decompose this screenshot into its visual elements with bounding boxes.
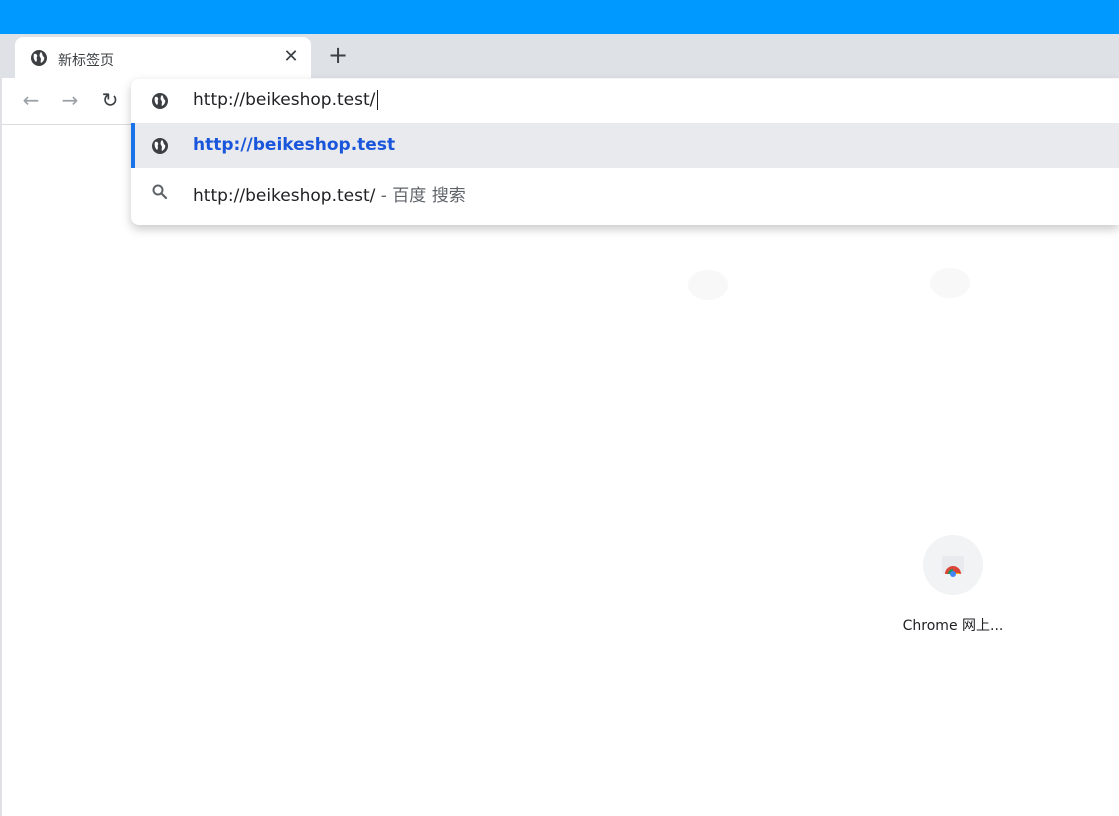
omnibox-suggestion[interactable]: http://beikeshop.test/ - 百度 搜索 (131, 169, 1119, 214)
new-tab-button[interactable]: + (326, 43, 350, 67)
forward-button[interactable]: → (58, 88, 82, 112)
suggestion-query: http://beikeshop.test/ (193, 186, 376, 206)
window-left-border (0, 34, 2, 816)
back-button[interactable]: ← (19, 88, 43, 112)
suggestion-text: http://beikeshop.test/ - 百度 搜索 (193, 181, 466, 206)
suggestion-text: http://beikeshop.test (193, 135, 396, 155)
omnibox-dropdown: http://beikeshop.test/ http://beikeshop.… (131, 79, 1119, 225)
address-input[interactable]: http://beikeshop.test/ (193, 90, 379, 110)
background-shortcut (688, 270, 728, 300)
selection-indicator (131, 123, 135, 168)
globe-icon (31, 50, 47, 66)
window-top-band (0, 0, 1119, 34)
tab-strip: 新标签页 ✕ + (2, 34, 1119, 78)
omnibox-suggestion[interactable]: http://beikeshop.test (131, 123, 1119, 168)
shortcut-label: Chrome 网上... (902, 618, 1004, 634)
globe-icon (152, 138, 168, 154)
address-bar[interactable]: http://beikeshop.test/ (131, 79, 1119, 123)
globe-icon (152, 93, 168, 109)
tab-new-tab-page[interactable]: 新标签页 ✕ (15, 37, 311, 78)
shortcut-icon-circle (923, 535, 983, 595)
chrome-web-store-icon (942, 556, 964, 577)
reload-button[interactable]: ↻ (98, 88, 122, 112)
shortcut-chrome-web-store[interactable]: Chrome 网上... (895, 535, 1011, 645)
tab-title: 新标签页 (58, 53, 114, 69)
search-icon (152, 184, 168, 200)
address-input-value: http://beikeshop.test/ (193, 90, 376, 110)
suggestion-engine: - 百度 搜索 (375, 186, 466, 206)
background-shortcut (930, 268, 970, 298)
close-tab-icon[interactable]: ✕ (281, 47, 301, 67)
text-caret (377, 90, 379, 110)
